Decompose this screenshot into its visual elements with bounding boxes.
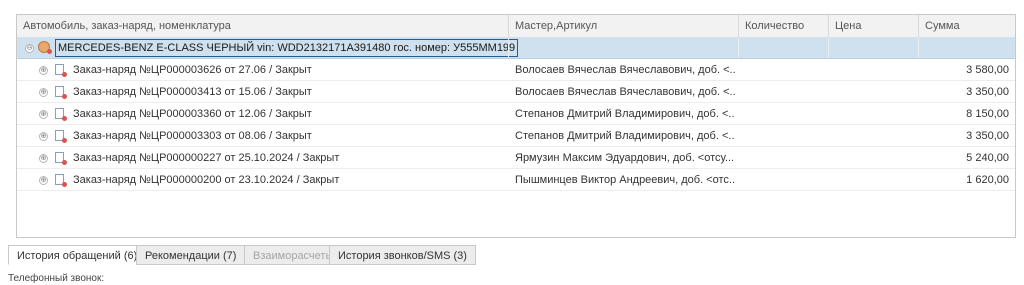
order-row[interactable]: ⊕ Заказ-наряд №ЦР000003360 от 12.06 / За… (17, 103, 1015, 125)
vehicle-cell-sep (17, 37, 509, 58)
document-icon (55, 108, 67, 121)
order-master: Волосаев Вячеслав Вячеславович, доб. <..… (515, 64, 735, 76)
order-row[interactable]: ⊕ Заказ-наряд №ЦР000000227 от 25.10.2024… (17, 147, 1015, 169)
column-header-vehicle[interactable]: Автомобиль, заказ-наряд, номенклатура (17, 15, 509, 37)
order-sum: 8 150,00 (966, 108, 1009, 120)
order-label: Заказ-наряд №ЦР000003413 от 15.06 / Закр… (73, 86, 312, 98)
order-sum: 3 350,00 (966, 130, 1009, 142)
document-icon (55, 64, 67, 77)
expand-icon[interactable]: ⊕ (39, 154, 48, 163)
document-icon (55, 86, 67, 99)
document-icon (55, 174, 67, 187)
order-row[interactable]: ⊕ Заказ-наряд №ЦР000003303 от 08.06 / За… (17, 125, 1015, 147)
order-sum: 1 620,00 (966, 174, 1009, 186)
vehicle-master-cell (509, 37, 739, 58)
vehicle-price-cell (829, 37, 919, 58)
order-sum: 5 240,00 (966, 152, 1009, 164)
expand-icon[interactable]: ⊕ (39, 110, 48, 119)
expand-icon[interactable]: ⊕ (39, 66, 48, 75)
document-icon (55, 130, 67, 143)
tab-history[interactable]: История обращений (6) (8, 245, 147, 265)
document-icon (55, 152, 67, 165)
order-label: Заказ-наряд №ЦР000003303 от 08.06 / Закр… (73, 130, 312, 142)
grid-header: Автомобиль, заказ-наряд, номенклатура Ма… (17, 15, 1015, 38)
tab-calls-sms[interactable]: История звонков/SMS (3) (329, 245, 476, 265)
column-header-sum[interactable]: Сумма (919, 15, 1015, 37)
order-row[interactable]: ⊕ Заказ-наряд №ЦР000003626 от 27.06 / За… (17, 59, 1015, 81)
order-label: Заказ-наряд №ЦР000003360 от 12.06 / Закр… (73, 108, 312, 120)
order-label: Заказ-наряд №ЦР000000227 от 25.10.2024 /… (73, 152, 340, 164)
vehicle-qty-cell (739, 37, 829, 58)
orders-tree-grid: Автомобиль, заказ-наряд, номенклатура Ма… (16, 14, 1016, 238)
order-row[interactable]: ⊕ Заказ-наряд №ЦР000003413 от 15.06 / За… (17, 81, 1015, 103)
order-master: Степанов Дмитрий Владимирович, доб. <... (515, 130, 735, 142)
column-header-master[interactable]: Мастер,Артикул (509, 15, 739, 37)
tab-settlements: Взаиморасчеты (244, 245, 343, 265)
order-sum: 3 350,00 (966, 86, 1009, 98)
expand-icon[interactable]: ⊕ (39, 88, 48, 97)
order-master: Степанов Дмитрий Владимирович, доб. <... (515, 108, 735, 120)
order-label: Заказ-наряд №ЦР000003626 от 27.06 / Закр… (73, 64, 312, 76)
tab-recommendations[interactable]: Рекомендации (7) (136, 245, 246, 265)
order-master: Ярмузин Максим Эдуардович, доб. <отсу... (515, 152, 735, 164)
vehicle-row[interactable]: ⊖ MERCEDES-BENZ E-CLASS ЧЕРНЫЙ vin: WDD2… (17, 37, 1015, 59)
order-master: Волосаев Вячеслав Вячеславович, доб. <..… (515, 86, 735, 98)
order-label: Заказ-наряд №ЦР000000200 от 23.10.2024 /… (73, 174, 340, 186)
column-header-quantity[interactable]: Количество (739, 15, 829, 37)
phone-call-label: Телефонный звонок: (8, 273, 105, 284)
column-header-price[interactable]: Цена (829, 15, 919, 37)
order-master: Пышминцев Виктор Андреевич, доб. <отс... (515, 174, 735, 186)
expand-icon[interactable]: ⊕ (39, 176, 48, 185)
expand-icon[interactable]: ⊕ (39, 132, 48, 141)
order-row[interactable]: ⊕ Заказ-наряд №ЦР000000200 от 23.10.2024… (17, 169, 1015, 191)
order-sum: 3 580,00 (966, 64, 1009, 76)
